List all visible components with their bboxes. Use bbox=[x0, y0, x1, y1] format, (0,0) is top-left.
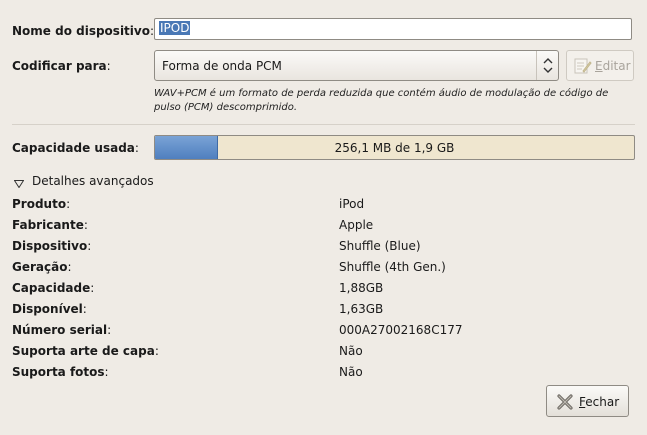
detail-value: Apple bbox=[339, 218, 374, 232]
close-button[interactable]: Fechar bbox=[546, 385, 629, 417]
detail-label: Geração: bbox=[12, 260, 72, 274]
edit-document-icon bbox=[574, 58, 592, 77]
up-down-arrows-icon bbox=[536, 51, 558, 80]
advanced-details-label: Detalhes avançados bbox=[32, 174, 154, 188]
encode-hint: WAV+PCM é um formato de perda reduzida q… bbox=[154, 88, 609, 113]
detail-label: Suporta arte de capa: bbox=[12, 344, 159, 358]
detail-value: 1,88GB bbox=[339, 281, 384, 295]
detail-value: Não bbox=[339, 344, 363, 358]
detail-value: Não bbox=[339, 365, 363, 379]
capacity-bar: 256,1 MB de 1,9 GB bbox=[154, 135, 635, 160]
detail-label: Fabricante: bbox=[12, 218, 88, 232]
detail-value: 000A27002168C177 bbox=[339, 323, 463, 337]
detail-label: Capacidade: bbox=[12, 281, 95, 295]
detail-value: 1,63GB bbox=[339, 302, 384, 316]
close-button-label: Fechar bbox=[579, 395, 620, 409]
detail-label: Disponível: bbox=[12, 302, 87, 316]
encode-label: Codificar para: bbox=[12, 59, 111, 73]
edit-button-label: Editar bbox=[595, 59, 631, 73]
close-x-icon bbox=[556, 394, 574, 413]
encode-format-select[interactable]: Forma de onda PCM bbox=[154, 50, 559, 81]
capacity-text: 256,1 MB de 1,9 GB bbox=[334, 141, 455, 155]
encode-format-value: Forma de onda PCM bbox=[162, 59, 282, 73]
triangle-down-icon bbox=[13, 177, 25, 191]
capacity-label: Capacidade usada: bbox=[12, 141, 139, 155]
detail-value: Shuffle (Blue) bbox=[339, 239, 421, 253]
detail-label: Suporta fotos: bbox=[12, 365, 109, 379]
detail-label: Dispositivo: bbox=[12, 239, 92, 253]
edit-button[interactable]: Editar bbox=[566, 50, 634, 81]
detail-label: Número serial: bbox=[12, 323, 112, 337]
separator bbox=[12, 124, 635, 125]
detail-value: iPod bbox=[339, 197, 365, 211]
device-name-input[interactable]: IPOD bbox=[154, 18, 632, 40]
detail-value: Shuffle (4th Gen.) bbox=[339, 260, 446, 274]
device-name-label: Nome do dispositivo: bbox=[12, 24, 155, 38]
detail-label: Produto: bbox=[12, 197, 71, 211]
